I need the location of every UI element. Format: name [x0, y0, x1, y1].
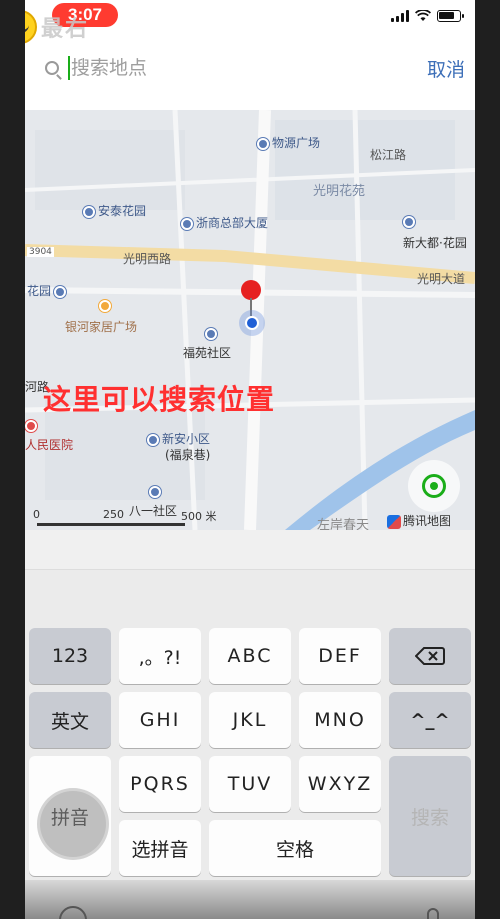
backspace-icon [415, 647, 445, 665]
map-scale: 0 250 500 米 [33, 508, 217, 523]
signal-icon [391, 10, 409, 22]
map-label-antai: 安泰花园 [83, 202, 146, 219]
battery-level [439, 12, 454, 19]
map-label-fuyuan-icon [205, 326, 220, 340]
suggestion-row [25, 530, 475, 570]
map-label-yinhe: 银河家居广场 [65, 320, 138, 334]
key-tuv[interactable]: TUV [209, 756, 291, 812]
key-wxyz[interactable]: WXYZ [299, 756, 381, 812]
search-bar: 取消 [25, 46, 475, 94]
mic-icon[interactable] [427, 908, 439, 919]
key-select-pinyin[interactable]: 选拼音 [119, 820, 201, 876]
map-label-yinhe-icon [99, 298, 114, 312]
map-label-huayuan: 花园 [27, 282, 69, 299]
map-label-xindadu [403, 214, 418, 228]
watermark-text: 最右 [41, 17, 90, 42]
status-icons [391, 8, 464, 24]
poi-icon [83, 205, 95, 218]
wifi-icon [415, 10, 431, 21]
map-label-guangming-garden: 光明花苑 [313, 184, 366, 199]
road-label-songjiang: 松江路 [370, 148, 407, 162]
key-123[interactable]: 123 [29, 628, 111, 684]
key-abc[interactable]: ABC [209, 628, 291, 684]
assistive-touch-button[interactable] [37, 788, 109, 860]
poi-icon [181, 217, 193, 230]
key-mno[interactable]: MNO [299, 692, 381, 748]
phone-screen: 3:07 最右 取消 [25, 0, 475, 919]
map-label-wuyuan: 物源广场 [257, 134, 320, 151]
poi-shop-icon [99, 299, 111, 312]
poi-icon [54, 285, 67, 298]
map-label-hospital-icon [25, 418, 40, 432]
map-label-zheshang: 浙商总部大厦 [181, 214, 268, 231]
watermark-logo: 最右 [25, 10, 89, 44]
map-label-hospital: 人民医院 [25, 438, 74, 452]
current-location-icon [239, 310, 265, 336]
search-icon [45, 61, 59, 75]
cancel-button[interactable]: 取消 [427, 54, 465, 82]
key-def[interactable]: DEF [299, 628, 381, 684]
key-backspace[interactable] [389, 628, 471, 684]
map-label-fuquan: (福泉巷) [165, 448, 211, 462]
map-scale-bar [37, 523, 185, 526]
map-label-xindadu-text: 新大都·花园 [403, 236, 467, 250]
map-label-zuoan: 左岸春天 [317, 518, 370, 530]
map-label-fuyuan: 福苑社区 [183, 346, 232, 360]
map-view[interactable]: 物源广场 松江路 光明花苑 安泰花园 浙商总部大厦 新大都·花园 3904 光明… [25, 110, 475, 530]
key-ghi[interactable]: GHI [119, 692, 201, 748]
poi-hospital-icon [25, 419, 37, 432]
poi-icon [403, 215, 415, 228]
tencent-map-logo: 腾讯地图 [387, 512, 451, 529]
status-bar: 3:07 [25, 0, 475, 36]
text-cursor [68, 56, 70, 80]
logo-face-icon [25, 10, 37, 44]
key-english[interactable]: 英文 [29, 692, 111, 748]
search-input[interactable] [71, 54, 391, 82]
map-label-bayi-icon [149, 484, 164, 498]
key-search[interactable]: 搜索 [389, 756, 471, 876]
road-label-guangming-ave: 光明大道 [417, 272, 466, 286]
locate-button[interactable] [408, 460, 460, 512]
key-space[interactable]: 空格 [209, 820, 381, 876]
map-label-bayi: 八一社区 [129, 504, 178, 518]
road-label-guangming-west: 光明西路 [123, 252, 172, 266]
map-label-xinan: 新安小区 [147, 430, 210, 447]
key-emoji[interactable]: ^_^ [389, 692, 471, 748]
road-code-badge: 3904 [27, 247, 54, 257]
poi-icon [257, 137, 269, 150]
bottom-toolbar [25, 880, 475, 919]
key-jkl[interactable]: JKL [209, 692, 291, 748]
poi-icon [205, 327, 217, 340]
key-punctuation[interactable]: ,。?! [119, 628, 201, 684]
tencent-map-icon [387, 514, 401, 529]
search-hint-annotation: 这里可以搜索位置 [43, 383, 276, 416]
poi-icon [147, 433, 159, 446]
poi-icon [149, 485, 161, 498]
locate-icon [422, 474, 446, 498]
battery-icon [437, 10, 464, 22]
key-pqrs[interactable]: PQRS [119, 756, 201, 812]
